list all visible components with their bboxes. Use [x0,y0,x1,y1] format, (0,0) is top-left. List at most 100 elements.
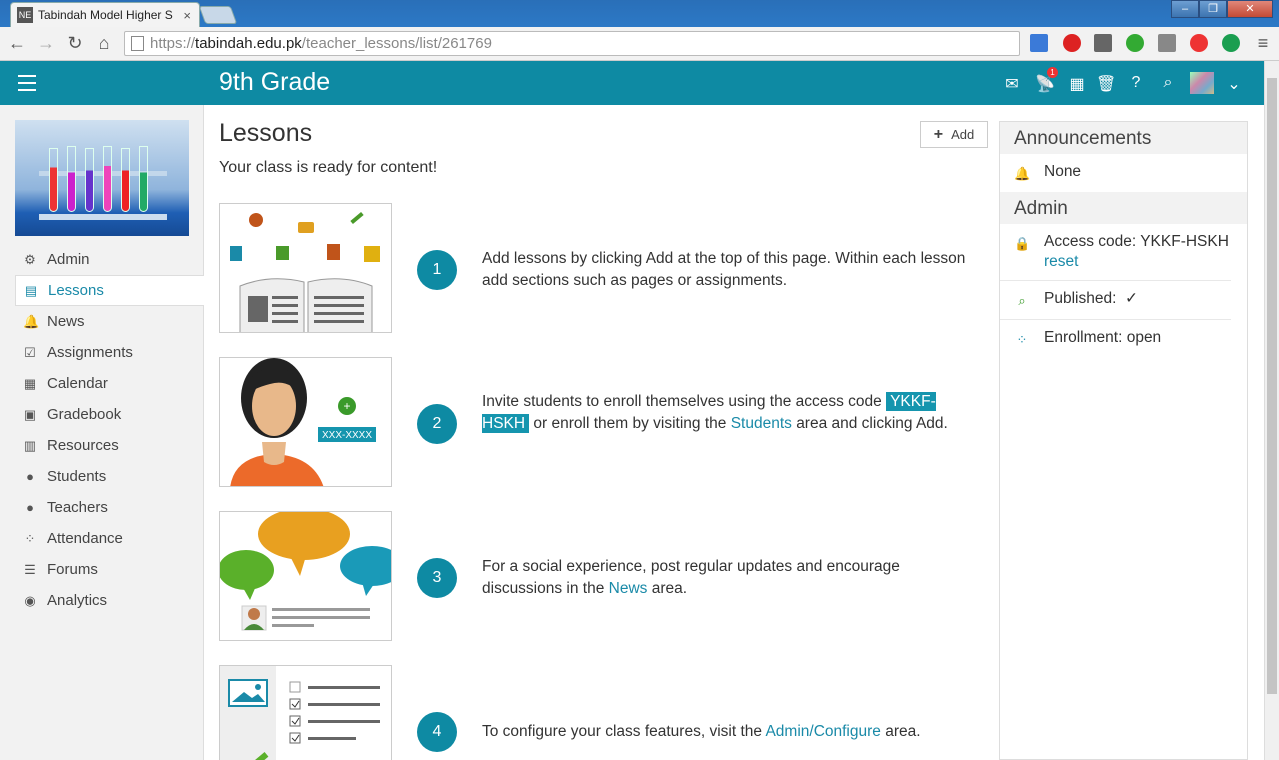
sidebar-item-teachers[interactable]: ● Teachers [15,492,204,523]
attendance-icon: ⁘ [24,530,36,546]
sidebar-item-attendance[interactable]: ⁘ Attendance [15,523,204,554]
step-1: 1 Add lessons by clicking Add at the top… [219,203,989,333]
calendar-icon[interactable]: ▦ [1067,74,1087,94]
sidebar-item-students[interactable]: ● Students [15,461,204,492]
search-icon[interactable]: ⌕ [1158,74,1178,92]
reset-link[interactable]: reset [1044,253,1078,270]
menu-icon[interactable]: ≡ [1252,33,1274,54]
sidebar-item-calendar[interactable]: ▦ Calendar [15,368,204,399]
group-icon: ⁘ [1016,332,1028,347]
calendar-icon: ▦ [23,375,37,391]
new-tab-button[interactable] [198,6,238,24]
url-path: /teacher_lessons/list/261769 [301,35,492,52]
sidebar-menu: ⚙ Admin ▤ Lessons 🔔 News ☑ Assignments ▦ Cale… [15,244,204,616]
help-icon[interactable]: ? [1126,74,1146,92]
step-number: 4 [417,712,457,752]
hamburger-icon[interactable] [18,75,36,96]
announcements-row: 🔔 None [1000,154,1231,192]
class-title: 9th Grade [219,68,331,96]
step-number: 1 [417,250,457,290]
resources-icon: ▥ [23,437,37,453]
avatar[interactable] [1190,72,1214,94]
address-bar[interactable]: https:// tabindah.edu.pk /teacher_lesson… [124,31,1020,56]
add-lesson-button[interactable]: + Add [920,121,988,148]
notification-badge: 1 [1047,67,1058,78]
lessons-icon: ▤ [24,282,38,298]
reload-icon[interactable]: ↻ [64,33,86,54]
thumb-code-text: XXX-XXXX [322,430,372,441]
user-icon: ● [26,468,34,484]
list-icon: ☰ [24,561,36,577]
sidebar-item-news[interactable]: 🔔 News [15,306,204,337]
step-text: To configure your class features, visit … [482,723,921,740]
checkbox-icon: ☑ [24,344,36,360]
step-1-illustration [219,203,392,333]
step-4: 4 To configure your class features, visi… [219,665,989,760]
access-code-row: 🔒 Access code: YKKF-HSKH reset [1000,224,1231,281]
url-prefix: https:// [150,35,196,52]
url-domain: tabindah.edu.pk [195,35,302,52]
step-2-illustration: + XXX-XXXX [219,357,392,487]
news-link[interactable]: News [609,580,648,597]
speed-icon[interactable] [1190,34,1208,52]
class-image [15,120,189,236]
step-number: 3 [417,558,457,598]
admin-heading: Admin [1000,192,1247,224]
step-text: For a social experience, post regular up… [482,558,900,597]
sidebar-item-resources[interactable]: ▥ Resources [15,430,204,461]
leaf-icon[interactable] [1126,34,1144,52]
page-icon [131,36,144,51]
cast-icon[interactable] [1158,34,1176,52]
scrollbar-thumb[interactable] [1267,78,1277,694]
sidebar-item-lessons[interactable]: ▤ Lessons [15,275,204,306]
step-3-illustration [219,511,392,641]
tab-close-icon[interactable]: × [183,8,191,23]
window-controls: – ❐ ✕ [1171,0,1273,18]
page-title: Lessons [219,119,313,147]
grammarly-icon[interactable] [1222,34,1240,52]
right-panel: Announcements 🔔 None Admin 🔒 Access code… [999,121,1248,760]
back-icon[interactable]: ← [6,33,28,54]
admin-configure-link[interactable]: Admin/Configure [765,723,880,740]
puzzle-icon[interactable] [1094,34,1112,52]
home-icon[interactable]: ⌂ [93,33,115,54]
page-subtitle: Your class is ready for content! [219,159,438,176]
page-scrollbar[interactable] [1264,61,1279,760]
step-text: Add lessons by clicking Add at the top o… [482,250,966,289]
lock-icon: 🔒 [1014,236,1031,251]
step-3: 3 For a social experience, post regular … [219,511,989,641]
minimize-icon[interactable]: – [1171,0,1199,18]
sidebar-item-gradebook[interactable]: ▣ Gradebook [15,399,204,430]
tab-favicon: NE [17,7,33,23]
mail-icon[interactable]: ✉ [1002,74,1022,94]
bell-icon: 🔔 [23,313,40,329]
teacher-icon: ● [26,499,34,515]
adblock-icon[interactable] [1063,34,1081,52]
app-header: 9th Grade ✉ 📡 ▦ 🗑 ? ⌕ ⌄ [0,61,1264,105]
sidebar-item-assignments[interactable]: ☑ Assignments [15,337,204,368]
students-link[interactable]: Students [731,415,792,432]
trash-icon[interactable]: 🗑 [1096,74,1116,94]
sidebar-item-forums[interactable]: ☰ Forums [15,554,204,585]
sidebar-item-analytics[interactable]: ◉ Analytics [15,585,204,616]
window-close-icon[interactable]: ✕ [1227,0,1273,18]
check-icon: ✓ [1125,290,1139,307]
step-2: + XXX-XXXX 2 Invite students to enroll t… [219,357,989,487]
bell-icon: 🔔 [1014,166,1031,181]
step-4-illustration [219,665,392,760]
tab-title: Tabindah Model Higher S [38,8,173,22]
plus-icon: + [933,125,944,143]
gradebook-icon: ▣ [23,406,37,422]
published-row: ⌕ Published: ✓ [1000,281,1231,320]
globe-icon: ◉ [24,592,36,608]
maximize-icon[interactable]: ❐ [1199,0,1227,18]
browser-titlebar: NE Tabindah Model Higher S × – ❐ ✕ [0,0,1279,27]
announcements-heading: Announcements [1000,122,1247,154]
sidebar: ⚙ Admin ▤ Lessons 🔔 News ☑ Assignments ▦ Cale… [0,105,204,760]
svg-text:+: + [343,399,350,413]
extension-icon[interactable] [1030,34,1048,52]
chevron-down-icon[interactable]: ⌄ [1224,74,1244,94]
browser-tab[interactable]: NE Tabindah Model Higher S × [10,2,200,27]
sidebar-item-admin[interactable]: ⚙ Admin [15,244,204,275]
forward-icon[interactable]: → [35,33,57,54]
